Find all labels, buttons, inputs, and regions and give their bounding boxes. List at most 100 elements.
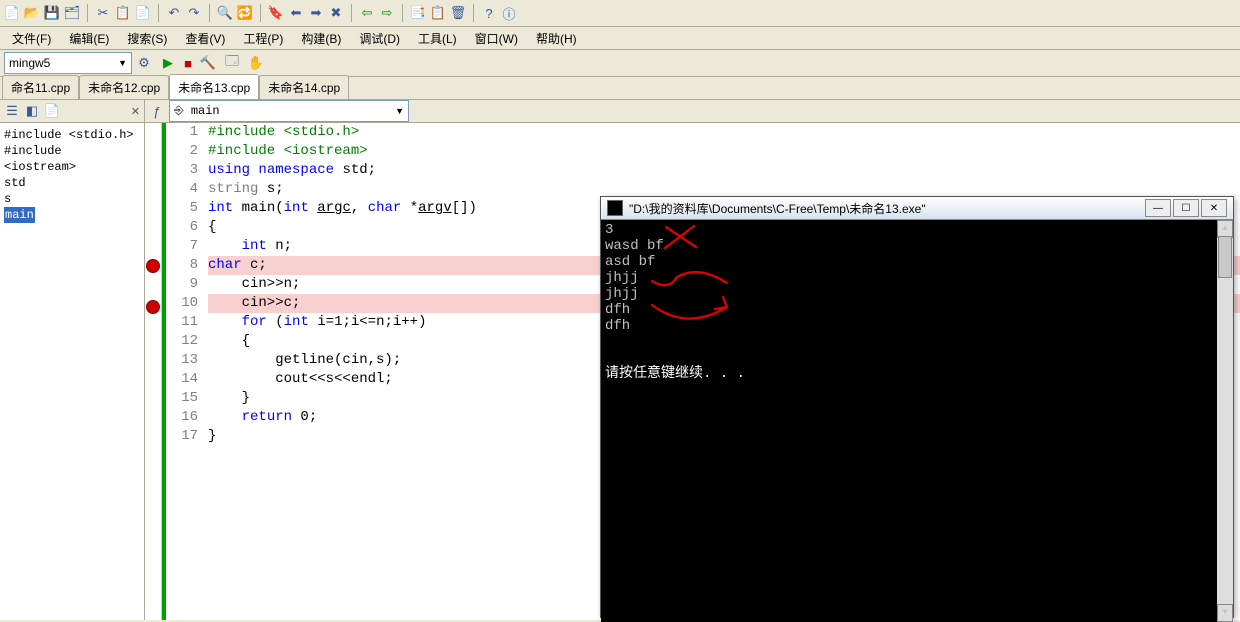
nav-fwd-icon[interactable]: ⇨ [379, 5, 395, 21]
symbol-panel-header: ☰ ◧ 📄 ✕ [0, 100, 144, 123]
build-config-combo[interactable]: mingw5 ▼ [4, 52, 132, 74]
scope-icon: ƒ [149, 103, 165, 119]
symbol-item[interactable]: s [4, 191, 140, 207]
close-panel-icon[interactable]: ✕ [131, 105, 140, 118]
window-list-icon[interactable]: 🗔 [224, 55, 240, 71]
class-icon[interactable]: ◧ [24, 103, 40, 119]
console-scrollbar[interactable]: ▲ ▼ [1217, 220, 1233, 622]
line-number: 17 [166, 427, 198, 446]
menu-search[interactable]: 搜索(S) [119, 28, 175, 49]
console-output: 3 wasd bf asd bf jhjj jhjj dfh dfh [605, 222, 1229, 334]
line-number: 7 [166, 237, 198, 256]
scope-value: main [191, 104, 220, 118]
line-number: 15 [166, 389, 198, 408]
compile-icon[interactable]: ⚙ [136, 55, 152, 71]
minimize-button[interactable]: ― [1145, 199, 1171, 217]
build-config-value: mingw5 [9, 56, 50, 70]
line-number: 12 [166, 332, 198, 351]
symbol-item[interactable]: std [4, 175, 140, 191]
menu-debug[interactable]: 调试(D) [351, 28, 408, 49]
build-icon[interactable]: 🔨 [200, 55, 216, 71]
chevron-down-icon: ▼ [395, 106, 404, 116]
open-icon[interactable]: 📂 [24, 5, 40, 21]
line-number-gutter: 1234567891011121314151617 [166, 123, 204, 620]
line-number: 4 [166, 180, 198, 199]
symbol-panel: ☰ ◧ 📄 ✕ #include <stdio.h>#include <iost… [0, 100, 145, 620]
hand-icon[interactable]: ✋ [248, 55, 264, 71]
file-tab[interactable]: 未命名13.cpp [169, 74, 259, 99]
symbol-list[interactable]: #include <stdio.h>#include <iostream>std… [0, 123, 144, 227]
find-icon[interactable]: 🔍 [217, 5, 233, 21]
build-toolbar: mingw5 ▼ ⚙ ▶ ■ 🔨 🗔 ✋ [0, 50, 1240, 77]
about-icon[interactable]: ⓘ [501, 5, 517, 21]
menu-help[interactable]: 帮助(H) [528, 28, 585, 49]
menu-window[interactable]: 窗口(W) [467, 28, 526, 49]
save-all-icon[interactable]: 🗂 [64, 5, 80, 21]
save-icon[interactable]: 💾 [44, 5, 60, 21]
copy-icon[interactable]: 📋 [115, 5, 131, 21]
code-line[interactable]: #include <stdio.h> [208, 123, 1240, 142]
scroll-down-icon[interactable]: ▼ [1217, 604, 1233, 622]
replace-icon[interactable]: 🔁 [237, 5, 253, 21]
main-toolbar: 📄 📂 💾 🗂 ✂ 📋 📄 ↶ ↷ 🔍 🔁 🔖 ⬅ ➡ ✖ ⇦ ⇨ 📑 📋 🗑 … [0, 0, 1240, 27]
breakpoint-gutter[interactable] [145, 123, 162, 620]
breakpoint-icon[interactable] [146, 300, 160, 314]
cut-icon[interactable]: ✂ [95, 5, 111, 21]
line-number: 3 [166, 161, 198, 180]
new-file-icon[interactable]: 📄 [4, 5, 20, 21]
stop-icon[interactable]: ■ [180, 55, 196, 71]
undo-icon[interactable]: ↶ [166, 5, 182, 21]
scroll-thumb[interactable] [1218, 236, 1232, 278]
tree-icon[interactable]: ☰ [4, 103, 20, 119]
close-button[interactable]: ✕ [1201, 199, 1227, 217]
console-prompt: 请按任意键继续. . . [605, 366, 1229, 382]
console-title: "D:\我的资料库\Documents\C-Free\Temp\未命名13.ex… [629, 200, 926, 217]
symbol-item[interactable]: main [4, 207, 35, 223]
file-tab[interactable]: 未命名14.cpp [259, 75, 349, 99]
nav-back-icon[interactable]: ⇦ [359, 5, 375, 21]
line-number: 6 [166, 218, 198, 237]
menu-bar: 文件(F) 编辑(E) 搜索(S) 查看(V) 工程(P) 构建(B) 调试(D… [0, 27, 1240, 50]
file-icon[interactable]: 📄 [44, 103, 60, 119]
console-titlebar[interactable]: "D:\我的资料库\Documents\C-Free\Temp\未命名13.ex… [601, 197, 1233, 220]
line-number: 5 [166, 199, 198, 218]
symbol-item[interactable]: #include <iostream> [4, 143, 140, 175]
run-icon[interactable]: ▶ [160, 55, 176, 71]
line-number: 10 [166, 294, 198, 313]
line-number: 2 [166, 142, 198, 161]
line-number: 16 [166, 408, 198, 427]
menu-file[interactable]: 文件(F) [4, 28, 59, 49]
chevron-down-icon: ▼ [118, 58, 127, 68]
menu-tools[interactable]: 工具(L) [410, 28, 465, 49]
editor-header: ƒ ⎆ main ▼ [145, 100, 1240, 123]
symbol-item[interactable]: #include <stdio.h> [4, 127, 140, 143]
paste-icon[interactable]: 📄 [135, 5, 151, 21]
file-tabstrip: 命名11.cpp未命名12.cpp未命名13.cpp未命名14.cpp [0, 77, 1240, 100]
bookmark-clear-icon[interactable]: ✖ [328, 5, 344, 21]
scope-combo[interactable]: ⎆ main ▼ [169, 100, 409, 122]
menu-project[interactable]: 工程(P) [235, 28, 291, 49]
copy2-icon[interactable]: 📑 [410, 5, 426, 21]
delete-icon[interactable]: 🗑 [450, 5, 466, 21]
breakpoint-icon[interactable] [146, 259, 160, 273]
line-number: 8 [166, 256, 198, 275]
line-number: 9 [166, 275, 198, 294]
console-window[interactable]: "D:\我的资料库\Documents\C-Free\Temp\未命名13.ex… [600, 196, 1234, 618]
code-line[interactable]: using namespace std; [208, 161, 1240, 180]
bookmark-add-icon[interactable]: 🔖 [268, 5, 284, 21]
menu-edit[interactable]: 编辑(E) [61, 28, 117, 49]
console-body[interactable]: 3 wasd bf asd bf jhjj jhjj dfh dfh 请按任意键… [601, 220, 1233, 622]
redo-icon[interactable]: ↷ [186, 5, 202, 21]
code-line[interactable]: #include <iostream> [208, 142, 1240, 161]
help-icon[interactable]: ? [481, 5, 497, 21]
file-tab[interactable]: 命名11.cpp [2, 75, 79, 99]
bookmark-prev-icon[interactable]: ⬅ [288, 5, 304, 21]
menu-build[interactable]: 构建(B) [293, 28, 349, 49]
file-tab[interactable]: 未命名12.cpp [79, 75, 169, 99]
maximize-button[interactable]: ☐ [1173, 199, 1199, 217]
line-number: 13 [166, 351, 198, 370]
console-app-icon [607, 200, 623, 216]
paste2-icon[interactable]: 📋 [430, 5, 446, 21]
bookmark-next-icon[interactable]: ➡ [308, 5, 324, 21]
menu-view[interactable]: 查看(V) [177, 28, 233, 49]
